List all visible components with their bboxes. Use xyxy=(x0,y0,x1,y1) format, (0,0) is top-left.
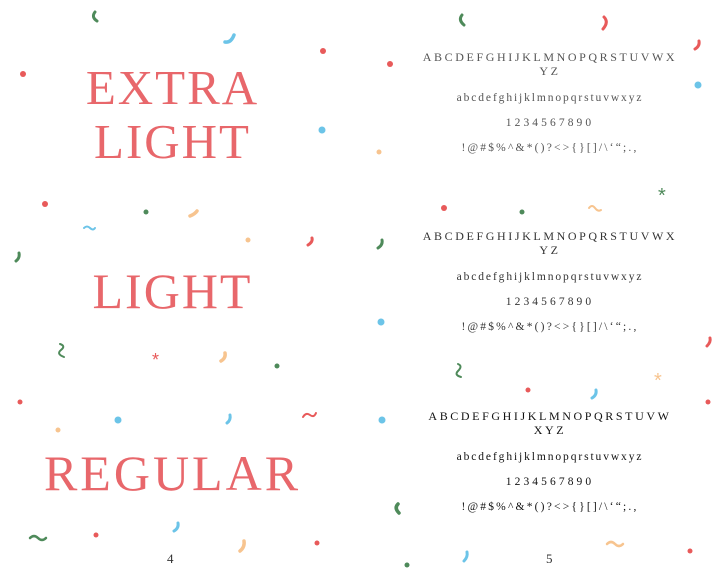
numerals-line: 1234567890 xyxy=(505,296,595,308)
confetti-squiggle xyxy=(588,205,602,212)
numerals-line: 1234567890 xyxy=(505,476,595,488)
extra-light-title-line1: EXTRA xyxy=(85,60,260,115)
lowercase-line: abcdefghijklmnopqrstuvwxyz xyxy=(456,271,644,283)
confetti-squiggle xyxy=(376,238,384,250)
symbols-line: !@#$%^&*()?<>{}[]/\‘“;., xyxy=(461,142,639,154)
uppercase-line1: ABCDEFGHIJKLMNOPQRSTUVWX xyxy=(422,229,678,243)
confetti-squiggle xyxy=(462,550,469,563)
specimen-regular: ABCDEFGHIJKLMNOPQRSTUVW XYZ abcdefghijkl… xyxy=(400,409,700,513)
confetti-squiggle xyxy=(705,336,712,348)
confetti-dot xyxy=(441,205,447,211)
page-number-right: 5 xyxy=(546,551,553,566)
confetti-dot xyxy=(705,399,711,405)
confetti-squiggle xyxy=(394,502,401,515)
confetti-asterisk: * xyxy=(654,370,662,392)
lowercase-line: abcdefghijklmnopqrstuvwxyz xyxy=(456,451,644,463)
numerals-line: 1234567890 xyxy=(505,117,595,129)
confetti-dot xyxy=(404,562,410,568)
specimen-light: ABCDEFGHIJKLMNOPQRSTUVWX YZ abcdefghijkl… xyxy=(400,229,700,333)
page-number-left: 4 xyxy=(167,551,174,566)
confetti-dot xyxy=(525,387,531,393)
light-title: LIGHT xyxy=(92,263,253,319)
left-page: EXTRA LIGHT LIGHT REGULAR 4 xyxy=(0,0,360,576)
confetti-dot xyxy=(687,548,693,554)
confetti-squiggle xyxy=(605,540,625,548)
confetti-squiggle xyxy=(693,39,701,51)
extra-light-title: EXTRA LIGHT xyxy=(0,63,345,171)
extra-light-title-line2: LIGHT xyxy=(94,114,251,169)
confetti-dot xyxy=(378,416,386,424)
symbols-line: !@#$%^&*()?<>{}[]/\‘“;., xyxy=(461,501,639,513)
confetti-squiggle xyxy=(455,363,462,378)
uppercase-line2: XYZ xyxy=(533,423,567,437)
lowercase-line: abcdefghijklmnopqrstuvwxyz xyxy=(456,92,644,104)
confetti-dot xyxy=(376,149,382,155)
confetti-asterisk: * xyxy=(658,185,666,207)
confetti-squiggle xyxy=(601,15,608,31)
uppercase-line1: ABCDEFGHIJKLMNOPQRSTUVWX xyxy=(422,50,678,64)
uppercase-line1: ABCDEFGHIJKLMNOPQRSTUVW xyxy=(428,409,672,423)
regular-title: REGULAR xyxy=(43,445,302,501)
symbols-line: !@#$%^&*()?<>{}[]/\‘“;., xyxy=(461,321,639,333)
confetti-squiggle xyxy=(590,388,598,400)
confetti-dot xyxy=(377,318,385,326)
confetti-squiggle xyxy=(458,13,466,27)
specimen-extra-light: ABCDEFGHIJKLMNOPQRSTUVWX YZ abcdefghijkl… xyxy=(400,50,700,154)
confetti-dot xyxy=(519,209,525,215)
uppercase-line2: YZ xyxy=(539,64,561,78)
confetti-dot xyxy=(387,61,393,67)
uppercase-line2: YZ xyxy=(539,243,561,257)
